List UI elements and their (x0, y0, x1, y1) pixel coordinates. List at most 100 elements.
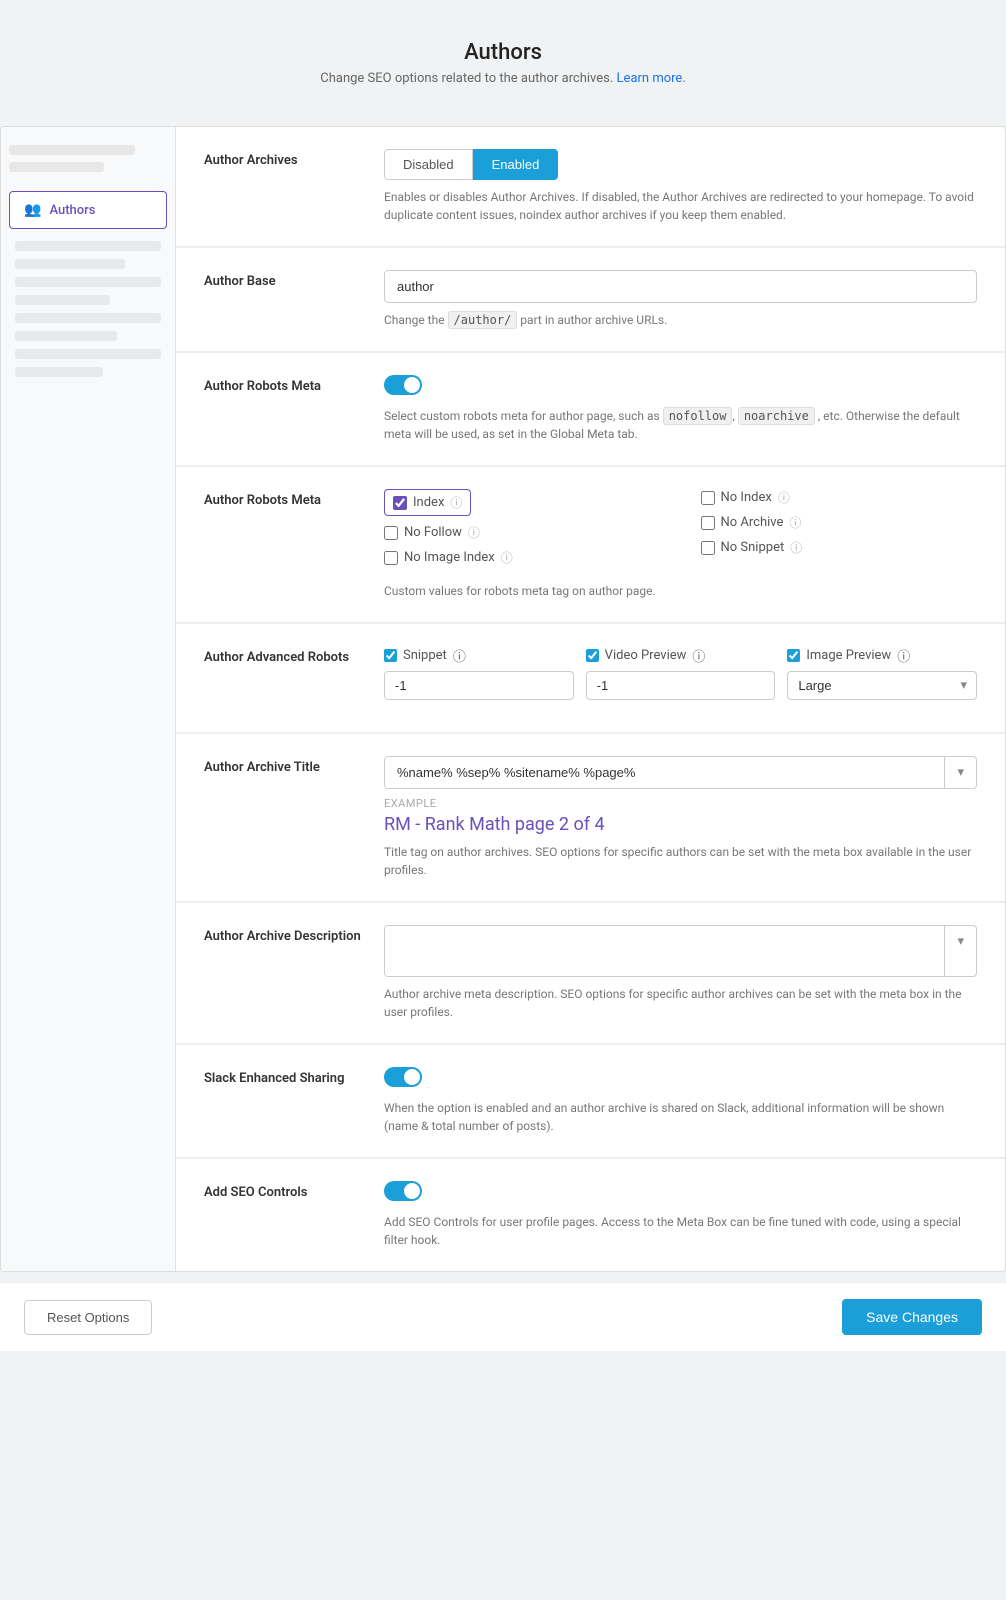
nofollow-help-icon: ⓘ (468, 524, 480, 541)
author-base-input[interactable] (384, 270, 977, 303)
sidebar-item-label: Authors (49, 203, 95, 218)
archive-title-input[interactable] (385, 757, 944, 788)
archive-description-arrow[interactable]: ▾ (944, 926, 976, 976)
slack-sharing-toggle[interactable] (384, 1067, 422, 1087)
snippet-help-icon: ⓘ (453, 646, 466, 665)
author-archive-title-content: ▾ EXAMPLE RM - Rank Math page 2 of 4 Tit… (384, 756, 977, 879)
nofollow-label: No Follow (404, 525, 462, 540)
author-robots-meta-checkboxes-content: Index ⓘ No Follow ⓘ (384, 489, 977, 600)
sidebar-item-authors[interactable]: 👥 Authors (9, 191, 167, 229)
archive-description-help: Author archive meta description. SEO opt… (384, 985, 977, 1021)
slack-enhanced-sharing-label: Slack Enhanced Sharing (204, 1067, 364, 1135)
author-archive-description-section: Author Archive Description ▾ Author arch… (176, 903, 1005, 1044)
snippet-checkbox[interactable] (384, 649, 397, 662)
author-advanced-robots-section: Author Advanced Robots Snippet ⓘ (176, 624, 1005, 733)
enabled-button[interactable]: Enabled (473, 149, 559, 180)
checkbox-nosnippet: No Snippet ⓘ (701, 539, 803, 556)
advanced-robots-snippet-col: Snippet ⓘ (384, 646, 574, 700)
author-base-section: Author Base Change the /author/ part in … (176, 248, 1005, 352)
author-base-label: Author Base (204, 270, 364, 329)
snippet-label: Snippet ⓘ (384, 646, 574, 665)
video-preview-help-icon: ⓘ (692, 646, 705, 665)
nosnippet-help-icon: ⓘ (790, 539, 802, 556)
nofollow-code: nofollow (663, 407, 733, 425)
author-advanced-robots-content: Snippet ⓘ Video Preview ⓘ (384, 646, 977, 710)
noimageindex-checkbox[interactable] (384, 551, 398, 565)
archive-title-arrow[interactable]: ▾ (944, 757, 976, 788)
save-button[interactable]: Save Changes (842, 1299, 982, 1335)
author-archive-description-label: Author Archive Description (204, 925, 364, 1021)
learn-more-link[interactable]: Learn more. (617, 71, 686, 86)
author-archives-label: Author Archives (204, 149, 364, 224)
author-archives-content: Disabled Enabled Enables or disables Aut… (384, 149, 977, 224)
nofollow-checkbox[interactable] (384, 526, 398, 540)
author-robots-meta-toggle-section: Author Robots Meta Select custom robots … (176, 353, 1005, 466)
author-robots-meta-checkboxes-label: Author Robots Meta (204, 489, 364, 600)
noindex-help-icon: ⓘ (778, 489, 790, 506)
footer-bar: Reset Options Save Changes (0, 1282, 1006, 1351)
checkbox-col-right: No Index ⓘ No Archive ⓘ (701, 489, 978, 574)
author-archives-section: Author Archives Disabled Enabled Enables… (176, 127, 1005, 247)
noindex-label: No Index (721, 490, 772, 505)
page-subtitle: Change SEO options related to the author… (20, 71, 986, 86)
noimageindex-label: No Image Index (404, 550, 495, 565)
noarchive-checkbox[interactable] (701, 516, 715, 530)
slack-sharing-help: When the option is enabled and an author… (384, 1099, 977, 1135)
add-seo-controls-section: Add SEO Controls Add SEO Controls for us… (176, 1159, 1005, 1271)
noindex-checkbox[interactable] (701, 491, 715, 505)
archive-title-input-row: ▾ (384, 756, 977, 789)
archive-title-help: Title tag on author archives. SEO option… (384, 843, 977, 879)
checkbox-col-left: Index ⓘ No Follow ⓘ (384, 489, 661, 574)
noimageindex-help-icon: ⓘ (501, 549, 513, 566)
noarchive-code: noarchive (738, 407, 815, 425)
slack-toggle-thumb (404, 1069, 420, 1085)
video-preview-checkbox[interactable] (586, 649, 599, 662)
nosnippet-label: No Snippet (721, 540, 785, 555)
add-seo-controls-help: Add SEO Controls for user profile pages.… (384, 1213, 977, 1249)
example-value: RM - Rank Math page 2 of 4 (384, 814, 977, 835)
author-archives-help: Enables or disables Author Archives. If … (384, 188, 977, 224)
content-area: Author Archives Disabled Enabled Enables… (176, 127, 1005, 1271)
seo-controls-toggle-track (384, 1181, 422, 1201)
author-archive-description-content: ▾ Author archive meta description. SEO o… (384, 925, 977, 1021)
image-preview-select-wrapper: Large Standard None ▾ (787, 671, 977, 700)
author-robots-meta-toggle-content: Select custom robots meta for author pag… (384, 375, 977, 443)
archive-description-textarea[interactable] (385, 926, 944, 976)
author-robots-meta-help: Select custom robots meta for author pag… (384, 407, 977, 443)
reset-button[interactable]: Reset Options (24, 1300, 152, 1335)
nosnippet-checkbox[interactable] (701, 541, 715, 555)
archive-description-input-row: ▾ (384, 925, 977, 977)
checkbox-index: Index ⓘ (384, 489, 471, 516)
sidebar: 👥 Authors (1, 127, 176, 1271)
seo-controls-toggle-thumb (404, 1183, 420, 1199)
add-seo-controls-toggle[interactable] (384, 1181, 422, 1201)
image-preview-select[interactable]: Large Standard None (787, 671, 977, 700)
checkbox-nofollow: No Follow ⓘ (384, 524, 480, 541)
author-base-content: Change the /author/ part in author archi… (384, 270, 977, 329)
add-seo-controls-label: Add SEO Controls (204, 1181, 364, 1249)
author-archives-toggle-group: Disabled Enabled (384, 149, 977, 180)
advanced-robots-row: Snippet ⓘ Video Preview ⓘ (384, 646, 977, 700)
slack-enhanced-sharing-content: When the option is enabled and an author… (384, 1067, 977, 1135)
disabled-button[interactable]: Disabled (384, 149, 473, 180)
index-help-icon: ⓘ (450, 494, 462, 511)
page-title: Authors (20, 40, 986, 65)
author-robots-meta-toggle-label: Author Robots Meta (204, 375, 364, 443)
index-label: Index (413, 495, 444, 510)
video-preview-label: Video Preview ⓘ (586, 646, 776, 665)
video-preview-input[interactable] (586, 671, 776, 700)
checkbox-noarchive: No Archive ⓘ (701, 514, 802, 531)
author-robots-meta-toggle-switch[interactable] (384, 375, 422, 395)
author-base-help: Change the /author/ part in author archi… (384, 311, 977, 329)
image-preview-checkbox[interactable] (787, 649, 800, 662)
author-archive-title-label: Author Archive Title (204, 756, 364, 879)
slack-toggle-track (384, 1067, 422, 1087)
checkbox-noimageindex: No Image Index ⓘ (384, 549, 513, 566)
slack-enhanced-sharing-section: Slack Enhanced Sharing When the option i… (176, 1045, 1005, 1158)
index-checkbox[interactable] (393, 496, 407, 510)
author-base-code: /author/ (448, 311, 518, 329)
checkbox-noindex: No Index ⓘ (701, 489, 790, 506)
toggle-thumb (404, 377, 420, 393)
snippet-input[interactable] (384, 671, 574, 700)
robots-checkbox-group: Index ⓘ No Follow ⓘ (384, 489, 977, 574)
